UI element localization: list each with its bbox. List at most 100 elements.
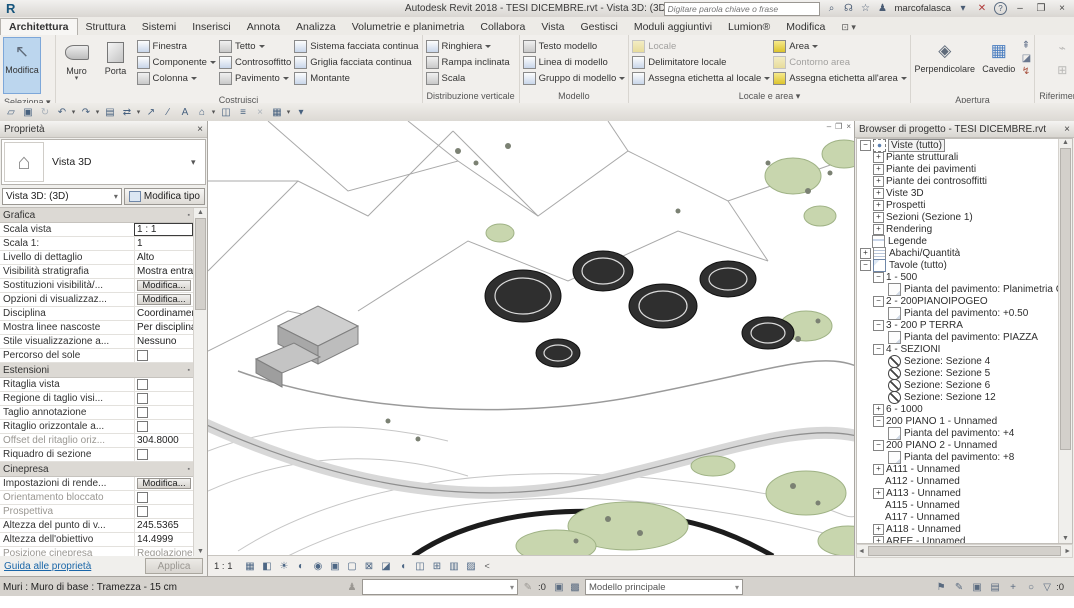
tree-item[interactable]: + A113 - Unnamed [857, 487, 1059, 499]
tree-expander-icon[interactable]: − [873, 440, 884, 451]
tree-expander-icon[interactable]: + [873, 212, 884, 223]
ribbon-tab[interactable]: Inserisci [184, 19, 239, 35]
tree-expander-icon[interactable]: − [873, 344, 884, 355]
tree-expander-icon[interactable]: − [873, 320, 884, 331]
show-crop-region-icon[interactable]: ▢ [345, 559, 360, 574]
tree-item[interactable]: − 200 PIANO 2 - Unnamed [857, 439, 1059, 451]
tree-item[interactable]: − 3 - 200 P TERRA [857, 319, 1059, 331]
tree-item[interactable]: Sezione: Sezione 12 [857, 391, 1059, 403]
scrollbar-thumb[interactable] [1060, 148, 1071, 450]
tree-item[interactable]: Sezione: Sezione 4 [857, 355, 1059, 367]
checkbox[interactable] [137, 506, 148, 517]
dropdown-icon[interactable] [485, 45, 491, 51]
scrollbar-thumb[interactable] [868, 546, 1061, 556]
checkbox[interactable] [137, 393, 148, 404]
properties-help-link[interactable]: Guida alle proprietà [4, 561, 91, 572]
ribbon-button[interactable]: Locale [632, 39, 770, 53]
signed-in-user[interactable]: marcofalasca [895, 3, 952, 14]
ribbon-button[interactable]: Controsoffitto [219, 55, 291, 69]
switch-windows-icon[interactable]: ▦ [269, 105, 285, 120]
print-icon[interactable]: ▤ [102, 105, 118, 120]
apply-button[interactable]: Applica [145, 558, 203, 574]
collapse-pin-icon[interactable]: ▪ [188, 212, 190, 219]
grant-request-icon[interactable]: ▣ [970, 582, 984, 593]
drawing-area[interactable]: ‒ ❐ × [208, 121, 855, 576]
help-icon[interactable]: ? [994, 2, 1007, 15]
tree-item[interactable]: − 2 - 200PIANOIPOGEO [857, 295, 1059, 307]
reference-plane-icon[interactable]: ⌁ [1059, 41, 1066, 55]
ribbon-button[interactable]: Scala [426, 71, 510, 85]
tree-expander-icon[interactable]: + [873, 164, 884, 175]
worksharing-display-icon[interactable]: ▥ [447, 559, 462, 574]
tree-item[interactable]: + 6 - 1000 [857, 403, 1059, 415]
ribbon-tab[interactable]: Gestisci [572, 19, 625, 35]
tree-item[interactable]: + Piante dei controsoffitti [857, 175, 1059, 187]
tree-item[interactable]: Pianta del pavimento: +4 [857, 427, 1059, 439]
property-value[interactable] [134, 392, 193, 405]
temporary-view-properties-icon[interactable]: ◫ [413, 559, 428, 574]
ribbon-tab[interactable]: Annota [239, 19, 288, 35]
dropdown-icon[interactable] [210, 61, 216, 67]
model-line-icon[interactable]: ∕ [160, 105, 176, 120]
open-icon[interactable]: ▱ [3, 105, 19, 120]
show-constraints-icon[interactable]: ⊞ [430, 559, 445, 574]
tree-item[interactable]: Pianta del pavimento: +8 [857, 451, 1059, 463]
property-value[interactable]: 1 [134, 237, 193, 250]
design-option-combo[interactable]: Modello principale▾ [585, 579, 743, 595]
dropdown-icon[interactable] [764, 77, 770, 83]
visual-style-icon[interactable]: ◧ [260, 559, 275, 574]
3d-model-view[interactable] [208, 121, 855, 556]
reference-grid-icon[interactable]: ⊞ [1057, 63, 1067, 77]
measure-icon[interactable]: ⇄ [119, 105, 135, 120]
show-rendering-dialog-icon[interactable]: ◉ [311, 559, 326, 574]
minimize-button[interactable]: ‒ [1012, 3, 1028, 14]
ribbon-tab[interactable]: Moduli aggiuntivi [626, 19, 720, 35]
ribbon-tab[interactable]: Vista [533, 19, 572, 35]
tree-item[interactable]: − 1 - 500 [857, 271, 1059, 283]
edit-type-button[interactable]: Modifica tipo [124, 188, 205, 205]
tree-expander-icon[interactable]: + [873, 224, 884, 235]
warning-circle-icon[interactable]: ○ [1024, 582, 1038, 593]
dormer-opening-icon[interactable]: ◪ [1022, 53, 1031, 65]
tree-item[interactable]: Legende [857, 235, 1059, 247]
view-restore-icon[interactable]: ❐ [835, 122, 842, 131]
ribbon-button[interactable]: Componente [137, 55, 216, 69]
scroll-up-icon[interactable]: ▲ [1062, 139, 1069, 146]
tree-expander-icon[interactable]: + [873, 536, 884, 544]
sun-path-icon[interactable]: ☀ [277, 559, 292, 574]
text-icon[interactable]: A [177, 105, 193, 120]
shaft-opening-button[interactable]: ▦ Cavedio [979, 37, 1019, 92]
ribbon-tab[interactable]: Sistemi [134, 19, 184, 35]
scrollbar-thumb[interactable] [195, 218, 206, 310]
tree-item[interactable]: Pianta del pavimento: PIAZZA [857, 331, 1059, 343]
tree-item[interactable]: A112 - Unnamed [857, 475, 1059, 487]
collapse-pin-icon[interactable]: ▪ [188, 367, 190, 374]
property-value[interactable]: Modifica... [134, 279, 193, 292]
ribbon-button[interactable]: Rampa inclinata [426, 55, 510, 69]
dropdown-icon[interactable]: ▾ [135, 108, 142, 116]
property-value[interactable]: Modifica... [134, 293, 193, 306]
view-minimize-icon[interactable]: ‒ [827, 122, 831, 131]
property-value[interactable] [134, 491, 193, 504]
checkbox[interactable] [137, 350, 148, 361]
ribbon-button[interactable]: Ringhiera [426, 39, 510, 53]
property-value[interactable]: 304.8000 [134, 434, 193, 447]
checkbox[interactable] [137, 449, 148, 460]
tree-item[interactable]: + A111 - Unnamed [857, 463, 1059, 475]
deny-request-icon[interactable]: ✎ [952, 582, 966, 593]
sync-with-central-icon[interactable]: ↻ [37, 105, 53, 120]
dropdown-icon[interactable] [812, 45, 818, 51]
property-value[interactable] [134, 378, 193, 391]
ribbon-button[interactable]: Colonna [137, 71, 216, 85]
exclude-options-icon[interactable]: ▩ [568, 582, 582, 593]
ribbon-button[interactable]: Contorno area [773, 55, 907, 69]
ribbon-button[interactable]: Delimitatore locale [632, 55, 770, 69]
tree-item[interactable]: + Viste 3D [857, 187, 1059, 199]
editing-requests-icon[interactable]: ⚑ [934, 582, 948, 593]
dropdown-icon[interactable]: ▾ [210, 108, 217, 116]
checkbox[interactable] [137, 492, 148, 503]
dropdown-icon[interactable] [259, 45, 265, 51]
tree-expander-icon[interactable]: + [873, 404, 884, 415]
tree-item[interactable]: Pianta del pavimento: +0.50 [857, 307, 1059, 319]
tree-expander-icon[interactable]: + [873, 488, 884, 499]
